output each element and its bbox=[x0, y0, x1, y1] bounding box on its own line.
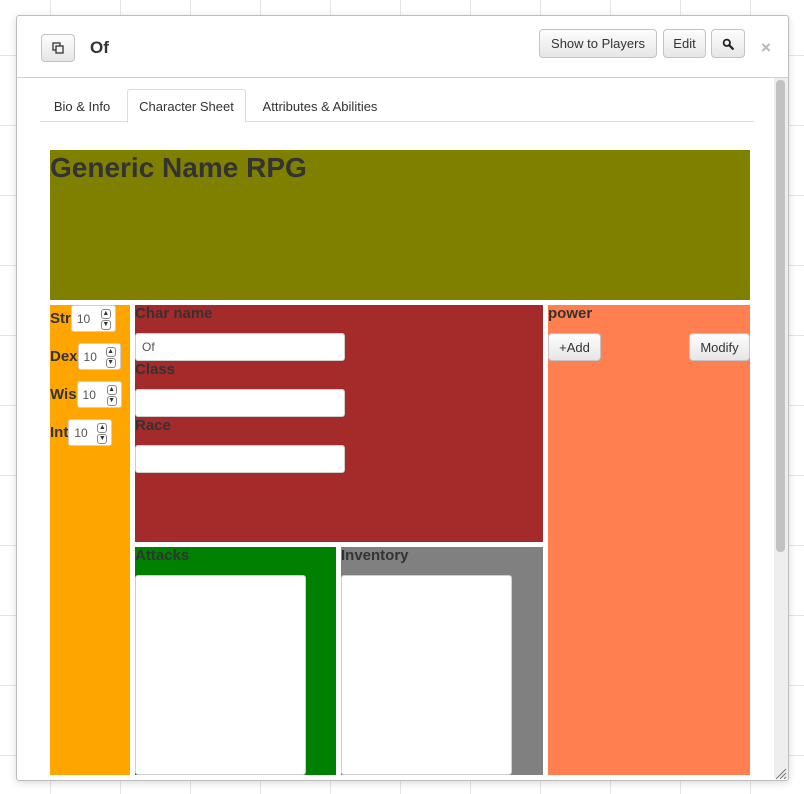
modify-power-button[interactable]: Modify bbox=[689, 333, 750, 361]
char-name-input[interactable]: Of bbox=[135, 333, 345, 361]
attacks-panel: Attacks bbox=[135, 547, 336, 775]
resize-grip-icon[interactable] bbox=[773, 766, 787, 780]
stat-value: 10 bbox=[83, 349, 97, 364]
power-panel: power +Add Modify bbox=[548, 305, 750, 775]
race-input[interactable] bbox=[135, 445, 345, 473]
stat-int-input[interactable]: 10 ▲ ▼ bbox=[68, 419, 113, 446]
show-to-players-button[interactable]: Show to Players bbox=[539, 29, 657, 58]
character-info-panel: Char name Of Class Race bbox=[135, 305, 543, 542]
power-label: power bbox=[548, 305, 593, 322]
stepper-icon[interactable]: ▲ ▼ bbox=[97, 423, 108, 445]
popout-button[interactable] bbox=[41, 34, 75, 62]
tab-character-sheet[interactable]: Character Sheet bbox=[127, 89, 246, 123]
stat-value: 10 bbox=[74, 425, 88, 440]
stepper-icon[interactable]: ▲ ▼ bbox=[106, 385, 117, 407]
close-icon[interactable]: × bbox=[761, 38, 771, 58]
scrollbar-thumb[interactable] bbox=[776, 80, 785, 552]
add-power-button[interactable]: +Add bbox=[548, 333, 601, 361]
attacks-textarea[interactable] bbox=[135, 575, 306, 775]
stat-label: Dex bbox=[50, 348, 78, 365]
stat-dex-input[interactable]: 10 ▲ ▼ bbox=[77, 343, 121, 370]
stat-label: Int bbox=[50, 424, 69, 441]
class-label: Class bbox=[135, 361, 176, 378]
sheet-header: Generic Name RPG bbox=[50, 150, 750, 300]
stat-str-input[interactable]: 10 ▲ ▼ bbox=[70, 305, 116, 332]
inventory-label: Inventory bbox=[341, 547, 409, 564]
char-name-label: Char name bbox=[135, 305, 213, 322]
search-button[interactable] bbox=[711, 29, 745, 58]
attacks-label: Attacks bbox=[135, 547, 190, 564]
race-label: Race bbox=[135, 417, 171, 434]
tab-bar: Bio & Info Character Sheet Attributes & … bbox=[40, 89, 754, 123]
stats-column: Str 10 ▲ ▼ Dex 10 ▲ ▼ Wis 10 ▲ ▼ Int 10 ▲ ▼ bbox=[50, 305, 130, 775]
stat-label: Wis bbox=[50, 386, 77, 403]
character-title: Of bbox=[90, 38, 109, 57]
inventory-panel: Inventory bbox=[341, 547, 543, 775]
character-dialog: Of Show to Players Edit × Bio & Info Cha… bbox=[16, 15, 789, 781]
stat-wis: Wis 10 ▲ ▼ bbox=[50, 381, 122, 408]
stat-label: Str bbox=[50, 310, 71, 327]
game-title: Generic Name RPG bbox=[50, 152, 307, 183]
stat-int: Int 10 ▲ ▼ bbox=[50, 419, 113, 446]
popout-icon bbox=[52, 42, 64, 54]
dialog-titlebar: Of Show to Players Edit × bbox=[17, 16, 788, 78]
stat-value: 10 bbox=[82, 387, 96, 402]
search-icon bbox=[722, 38, 734, 50]
tab-bio-info[interactable]: Bio & Info bbox=[40, 89, 124, 123]
tab-attributes-abilities[interactable]: Attributes & Abilities bbox=[248, 89, 392, 123]
stat-dex: Dex 10 ▲ ▼ bbox=[50, 343, 121, 370]
stat-str: Str 10 ▲ ▼ bbox=[50, 305, 116, 332]
stat-wis-input[interactable]: 10 ▲ ▼ bbox=[76, 381, 122, 408]
stepper-icon[interactable]: ▲ ▼ bbox=[105, 347, 116, 369]
stat-value: 10 bbox=[76, 311, 91, 326]
inventory-textarea[interactable] bbox=[341, 575, 512, 775]
class-input[interactable] bbox=[135, 389, 345, 417]
edit-button[interactable]: Edit bbox=[663, 29, 706, 58]
stepper-icon[interactable]: ▲ ▼ bbox=[100, 309, 111, 331]
